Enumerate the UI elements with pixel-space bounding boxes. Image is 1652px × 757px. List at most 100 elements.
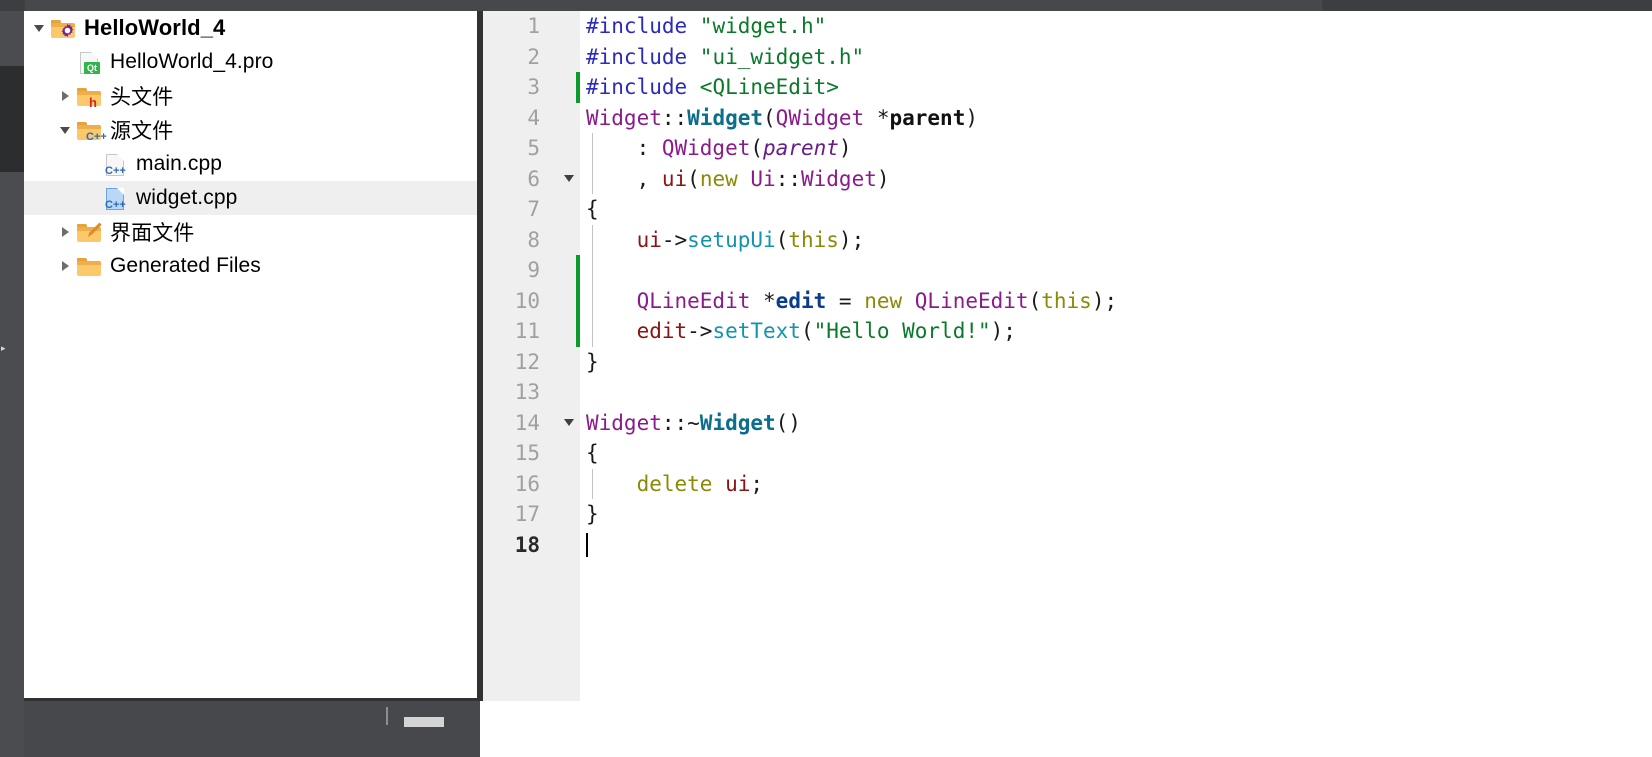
code-line[interactable]: QLineEdit *edit = new QLineEdit(this); (580, 285, 1652, 316)
chevron-right-icon[interactable] (54, 215, 76, 249)
tree-item-main-cpp[interactable]: C++ main.cpp (24, 147, 477, 181)
tree-item-[interactable]: h 头文件 (24, 79, 477, 113)
editor-code-area[interactable]: #include "widget.h" #include "ui_widget.h… (580, 11, 1652, 757)
code-token-plain: -> (687, 319, 713, 343)
code-token-plain: { (586, 197, 599, 221)
gutter-line: 4 (483, 103, 580, 134)
text-cursor (586, 532, 588, 557)
code-line[interactable]: ui->setupUi(this); (580, 224, 1652, 255)
tree-item-[interactable]: C++ 源文件 (24, 113, 477, 147)
gutter-line: 15 (483, 438, 580, 469)
code-token-plain: ); (838, 227, 865, 252)
line-number: 6 (527, 166, 540, 191)
code-line[interactable]: Widget::~Widget() (580, 408, 1652, 439)
indent-guide (592, 468, 593, 499)
code-line[interactable]: { (580, 194, 1652, 225)
code-token-pre: #include (586, 75, 700, 99)
code-token-plain: : (586, 136, 662, 160)
code-token-plain: ( (775, 227, 789, 252)
project-tree-panel[interactable]: HelloWorld_4 Qt HelloWorld_4.pro h 头文件 C++ 源文件… (24, 11, 480, 701)
gutter-line: 12 (483, 347, 580, 378)
code-line[interactable]: , ui(new Ui::Widget) (580, 163, 1652, 194)
gutter-line: 10 (483, 285, 580, 316)
code-token-plain: * (864, 105, 890, 130)
gutter-line: 8 (483, 225, 580, 256)
code-token-call: setText (712, 319, 801, 343)
folder-shape (77, 258, 101, 276)
code-token-plain: = (826, 288, 865, 313)
code-line[interactable]: } (580, 347, 1652, 378)
code-line[interactable]: delete ui; (580, 468, 1652, 499)
code-token-str: <QLineEdit> (699, 75, 839, 99)
editor-gutter[interactable]: 1 2 3 4 5 6 7 8 9 10 11 12 13 14 15 16 17 18 (480, 11, 580, 757)
tree-item-widget-cpp[interactable]: C++ widget.cpp (24, 181, 477, 215)
code-token-varb: edit (775, 288, 827, 313)
code-line[interactable]: Widget::Widget(QWidget *parent) (580, 103, 1652, 134)
code-line[interactable] (580, 255, 1652, 286)
code-line[interactable]: } (580, 499, 1652, 530)
chevron-right-icon[interactable] (54, 79, 76, 113)
rail-bottom-filler (0, 701, 24, 757)
left-mode-rail[interactable]: ▸ (0, 11, 24, 757)
code-editor[interactable]: 1 2 3 4 5 6 7 8 9 10 11 12 13 14 15 16 17 18 #include "wi… (480, 11, 1652, 757)
code-line[interactable]: #include "widget.h" (580, 11, 1652, 42)
line-number: 14 (514, 410, 540, 435)
line-number: 16 (514, 471, 540, 496)
code-token-type: QWidget (661, 136, 751, 160)
file-cpp-active-icon: C++ (102, 185, 128, 211)
code-line[interactable]: edit->setText("Hello World!"); (580, 316, 1652, 347)
code-token-type: Widget (801, 166, 877, 191)
code-line[interactable]: : QWidget(parent) (580, 133, 1652, 164)
code-line[interactable]: #include <QLineEdit> (580, 72, 1652, 103)
code-token-plain: ); (1091, 288, 1118, 313)
code-token-plain: ( (1028, 288, 1042, 313)
gutter-line: 7 (483, 194, 580, 225)
rail-active-mode-indicator (0, 66, 24, 172)
gutter-line: 9 (483, 255, 580, 286)
fold-collapse-icon[interactable] (564, 418, 574, 426)
line-number: 8 (527, 227, 540, 252)
gutter-line: 14 (483, 408, 580, 439)
gutter-line: 13 (483, 377, 580, 408)
code-token-plain: :: (775, 166, 801, 191)
code-line[interactable] (580, 530, 1652, 561)
top-toolbar-strip (0, 0, 1652, 11)
indent-guide (592, 255, 593, 286)
code-line[interactable] (580, 377, 1652, 408)
tree-item-generated-files[interactable]: Generated Files (24, 249, 477, 283)
code-token-type: Ui (750, 166, 776, 191)
gutter-line: 3 (483, 72, 580, 103)
fold-collapse-icon[interactable] (564, 174, 574, 182)
code-token-str: "Hello World!" (813, 319, 991, 343)
line-number: 11 (514, 319, 540, 343)
toolbar-segment-center[interactable] (25, 0, 1322, 11)
code-token-pre: #include (586, 44, 700, 69)
chevron-right-icon[interactable] (54, 249, 76, 283)
folder-forms-icon (76, 219, 102, 245)
line-number: 9 (527, 258, 540, 282)
tree-item-helloworld-4[interactable]: HelloWorld_4 (24, 11, 477, 45)
code-token-var: ui (636, 227, 662, 252)
code-token-str: "widget.h" (699, 14, 827, 38)
bottom-status-bar[interactable] (24, 701, 480, 757)
code-line[interactable]: #include "ui_widget.h" (580, 42, 1652, 73)
editor-bottom-padding (480, 701, 1652, 757)
code-token-plain: ; (750, 471, 764, 496)
code-token-kw: this (1041, 288, 1092, 313)
code-token-type: Widget (586, 105, 662, 130)
code-token-plain: ( (800, 319, 814, 343)
line-number: 2 (527, 44, 540, 69)
code-line[interactable]: { (580, 438, 1652, 469)
chevron-down-icon[interactable] (54, 113, 76, 147)
tree-item-helloworld-4-pro[interactable]: Qt HelloWorld_4.pro (24, 45, 477, 79)
code-token-plain: { (586, 441, 599, 465)
tree-item-[interactable]: 界面文件 (24, 215, 477, 249)
tree-item-label: HelloWorld_4 (84, 15, 226, 40)
pencil-shape (83, 221, 103, 241)
chevron-down-icon[interactable] (28, 11, 50, 45)
status-bar-chip[interactable] (404, 717, 444, 727)
